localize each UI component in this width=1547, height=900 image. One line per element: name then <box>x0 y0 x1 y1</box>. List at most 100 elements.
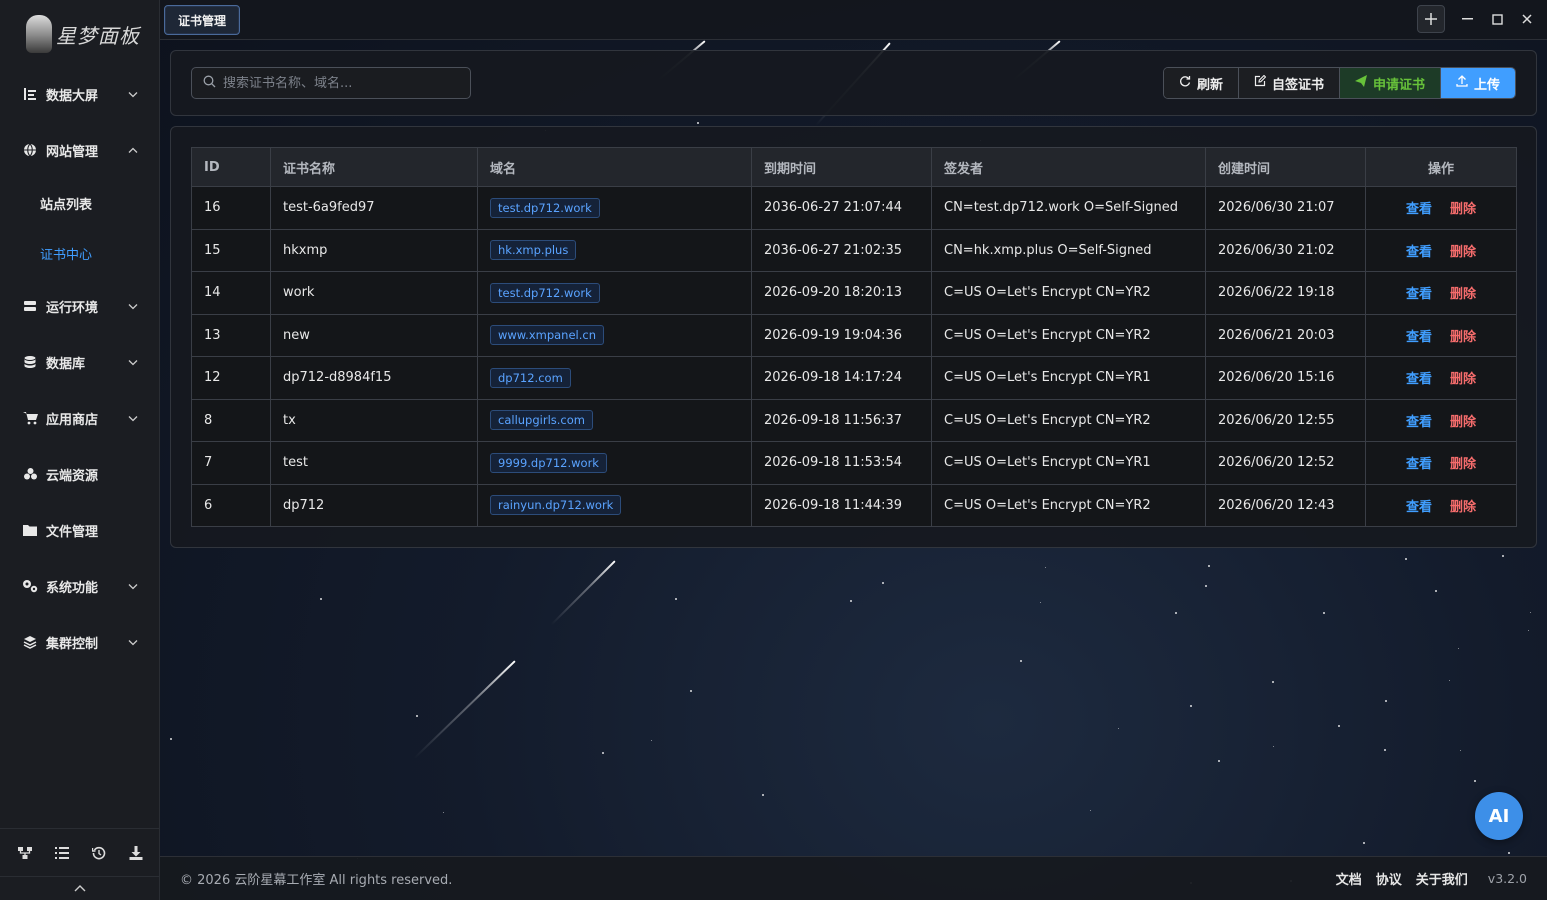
view-button[interactable]: 查看 <box>1406 245 1432 260</box>
sidebar: 星梦面板 数据大屏 网站管理 站点列表 证书中心 运行环境 数据库 应用商店 云… <box>0 0 160 900</box>
sidebar-item-cluster-control[interactable]: 集群控制 <box>0 614 160 670</box>
delete-button[interactable]: 删除 <box>1450 415 1476 430</box>
table-row: 16 test-6a9fed97 test.dp712.work 2036-06-27… <box>191 186 1517 230</box>
cell-id: 12 <box>191 356 271 400</box>
self-sign-cert-button[interactable]: 自签证书 <box>1238 68 1340 98</box>
docs-link[interactable]: 文档 <box>1336 869 1362 888</box>
cell-domain: test.dp712.work <box>477 186 752 230</box>
upload-label: 上传 <box>1473 77 1500 93</box>
star <box>1502 555 1504 557</box>
view-button[interactable]: 查看 <box>1406 202 1432 217</box>
view-button[interactable]: 查看 <box>1406 415 1432 430</box>
view-button[interactable]: 查看 <box>1406 372 1432 387</box>
cloud-icon <box>22 466 38 482</box>
sidebar-item-file-management[interactable]: 文件管理 <box>0 502 160 558</box>
about-us-link[interactable]: 关于我们 <box>1416 869 1468 888</box>
download-icon[interactable] <box>128 845 144 861</box>
cell-issuer: CN=hk.xmp.plus O=Self-Signed <box>931 228 1206 272</box>
cell-issuer: C=US O=Let's Encrypt CN=YR2 <box>931 271 1206 315</box>
cell-cert-name: test <box>270 441 478 485</box>
add-tab-button[interactable] <box>1417 5 1445 33</box>
ai-assistant-button[interactable]: AI <box>1475 792 1523 840</box>
sidebar-item-cloud-resources[interactable]: 云端资源 <box>0 446 160 502</box>
delete-button[interactable]: 删除 <box>1450 330 1476 345</box>
footer-links: 文档 协议 关于我们 v3.2.0 <box>1336 869 1527 888</box>
apply-cert-label: 申请证书 <box>1372 77 1425 93</box>
sidebar-subitem-site-list[interactable]: 站点列表 <box>0 178 160 228</box>
sidebar-item-database[interactable]: 数据库 <box>0 334 160 390</box>
sidebar-item-system-functions[interactable]: 系统功能 <box>0 558 160 614</box>
cell-expires: 2026-09-19 19:04:36 <box>751 313 932 357</box>
column-header-expires: 到期时间 <box>751 147 932 187</box>
maximize-button[interactable] <box>1485 5 1509 33</box>
view-button[interactable]: 查看 <box>1406 457 1432 472</box>
sidebar-item-dashboard[interactable]: 数据大屏 <box>0 66 160 122</box>
delete-button[interactable]: 删除 <box>1450 372 1476 387</box>
sidebar-subitem-cert-center[interactable]: 证书中心 <box>0 228 160 278</box>
sidebar-item-website-management[interactable]: 网站管理 <box>0 122 160 178</box>
cell-created: 2026/06/20 12:55 <box>1205 398 1366 442</box>
cell-expires: 2036-06-27 21:02:35 <box>751 228 932 272</box>
cell-issuer: C=US O=Let's Encrypt CN=YR1 <box>931 441 1206 485</box>
cell-domain: hk.xmp.plus <box>477 228 752 272</box>
star <box>651 740 652 741</box>
agreement-link[interactable]: 协议 <box>1376 869 1402 888</box>
delete-button[interactable]: 删除 <box>1450 202 1476 217</box>
cell-actions: 查看 删除 <box>1365 356 1517 400</box>
close-button[interactable] <box>1515 5 1539 33</box>
table-row: 12 dp712-d8984f15 dp712.com 2026-09-18 14:1… <box>191 356 1517 400</box>
refresh-button[interactable]: 刷新 <box>1163 68 1239 98</box>
table-row: 7 test 9999.dp712.work 2026-09-18 11:53:54 C… <box>191 441 1517 485</box>
self-sign-label: 自签证书 <box>1271 77 1324 93</box>
cell-actions: 查看 删除 <box>1365 271 1517 315</box>
cell-issuer: C=US O=Let's Encrypt CN=YR2 <box>931 313 1206 357</box>
sidebar-item-app-store[interactable]: 应用商店 <box>0 390 160 446</box>
star <box>1323 612 1325 614</box>
delete-button[interactable]: 删除 <box>1450 245 1476 260</box>
history-icon[interactable] <box>91 845 107 861</box>
view-button[interactable]: 查看 <box>1406 500 1432 515</box>
cell-issuer: CN=test.dp712.work O=Self-Signed <box>931 186 1206 230</box>
view-button[interactable]: 查看 <box>1406 330 1432 345</box>
apply-cert-button[interactable]: 申请证书 <box>1339 68 1441 98</box>
delete-button[interactable]: 删除 <box>1450 457 1476 472</box>
cell-id: 16 <box>191 186 271 230</box>
star <box>1190 705 1192 707</box>
star <box>675 598 677 600</box>
chevron-down-icon <box>128 411 138 426</box>
cell-expires: 2026-09-18 11:44:39 <box>751 483 932 527</box>
action-button-group: 刷新 自签证书 申请证书 上传 <box>1162 67 1516 99</box>
cell-cert-name: dp712-d8984f15 <box>270 356 478 400</box>
star <box>1385 700 1387 702</box>
cell-cert-name: work <box>270 271 478 315</box>
app-logo: 星梦面板 <box>26 12 140 56</box>
refresh-label: 刷新 <box>1196 77 1223 93</box>
star <box>1273 746 1274 747</box>
minimize-button[interactable] <box>1455 5 1479 33</box>
column-header-created: 创建时间 <box>1205 147 1366 187</box>
upload-button[interactable]: 上传 <box>1440 68 1515 98</box>
search-input[interactable] <box>223 75 453 91</box>
top-tab-bar: 证书管理 <box>160 0 1547 40</box>
cell-expires: 2026-09-20 18:20:13 <box>751 271 932 315</box>
delete-button[interactable]: 删除 <box>1450 287 1476 302</box>
star <box>1530 612 1531 613</box>
sidebar-collapse-toggle[interactable] <box>0 876 160 900</box>
chevron-down-icon <box>128 579 138 594</box>
cell-actions: 查看 删除 <box>1365 186 1517 230</box>
domain-tag: 9999.dp712.work <box>490 452 607 473</box>
cell-actions: 查看 删除 <box>1365 313 1517 357</box>
tab-cert-management[interactable]: 证书管理 <box>164 5 241 35</box>
list-icon[interactable] <box>54 845 70 861</box>
sidebar-item-label: 系统功能 <box>46 580 99 596</box>
delete-button[interactable]: 删除 <box>1450 500 1476 515</box>
cell-domain: test.dp712.work <box>477 271 752 315</box>
cell-actions: 查看 删除 <box>1365 441 1517 485</box>
cell-created: 2026/06/20 12:43 <box>1205 483 1366 527</box>
sidebar-item-label: 数据大屏 <box>46 88 99 104</box>
database-icon <box>22 354 38 370</box>
view-button[interactable]: 查看 <box>1406 287 1432 302</box>
sidebar-item-runtime[interactable]: 运行环境 <box>0 278 160 334</box>
network-icon[interactable] <box>17 845 33 861</box>
cell-expires: 2026-09-18 14:17:24 <box>751 356 932 400</box>
